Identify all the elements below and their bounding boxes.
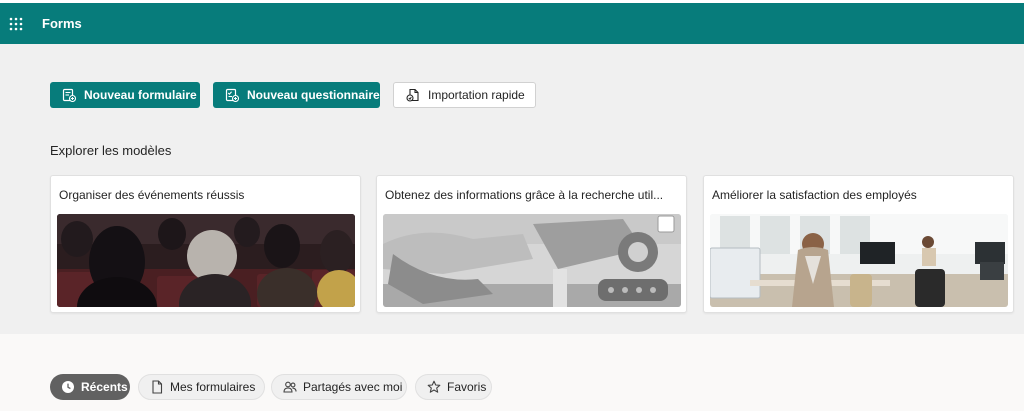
app-header: Forms <box>0 0 1024 44</box>
template-card-employees[interactable]: Améliorer la satisfaction des employés <box>703 175 1014 313</box>
app-title[interactable]: Forms <box>42 16 82 31</box>
filter-my-forms[interactable]: Mes formulaires <box>138 374 265 400</box>
filter-shared[interactable]: Partagés avec moi <box>271 374 407 400</box>
import-document-icon <box>405 87 421 103</box>
new-quiz-button[interactable]: Nouveau questionnaire <box>213 82 380 108</box>
clock-icon <box>61 380 75 394</box>
main-panel: Nouveau formulaire Nouveau questionnaire <box>0 44 1024 334</box>
template-card-research[interactable]: Obtenez des informations grâce à la rech… <box>376 175 687 313</box>
template-card-image <box>383 214 681 307</box>
template-card-title: Améliorer la satisfaction des employés <box>712 188 917 202</box>
filter-recents[interactable]: Récents <box>50 374 130 400</box>
templates-section-title: Explorer les modèles <box>50 143 172 158</box>
filter-recents-label: Récents <box>81 380 128 394</box>
template-card-image <box>710 214 1008 307</box>
new-quiz-label: Nouveau questionnaire <box>247 88 380 102</box>
star-icon <box>427 380 441 394</box>
template-card-title: Organiser des événements réussis <box>59 188 245 202</box>
template-card-title: Obtenez des informations grâce à la rech… <box>385 188 664 202</box>
filter-favorites[interactable]: Favoris <box>415 374 492 400</box>
new-quiz-icon <box>224 87 240 103</box>
quick-import-button[interactable]: Importation rapide <box>393 82 536 108</box>
filter-my-forms-label: Mes formulaires <box>170 380 256 394</box>
document-icon <box>150 380 164 394</box>
quick-import-label: Importation rapide <box>428 88 525 102</box>
template-card-image <box>57 214 355 307</box>
waffle-icon[interactable] <box>0 3 32 44</box>
new-form-button[interactable]: Nouveau formulaire <box>50 82 200 108</box>
new-form-icon <box>61 87 77 103</box>
filter-shared-label: Partagés avec moi <box>303 380 403 394</box>
people-icon <box>283 380 297 394</box>
new-form-label: Nouveau formulaire <box>84 88 197 102</box>
template-card-events[interactable]: Organiser des événements réussis <box>50 175 361 313</box>
filter-favorites-label: Favoris <box>447 380 487 394</box>
